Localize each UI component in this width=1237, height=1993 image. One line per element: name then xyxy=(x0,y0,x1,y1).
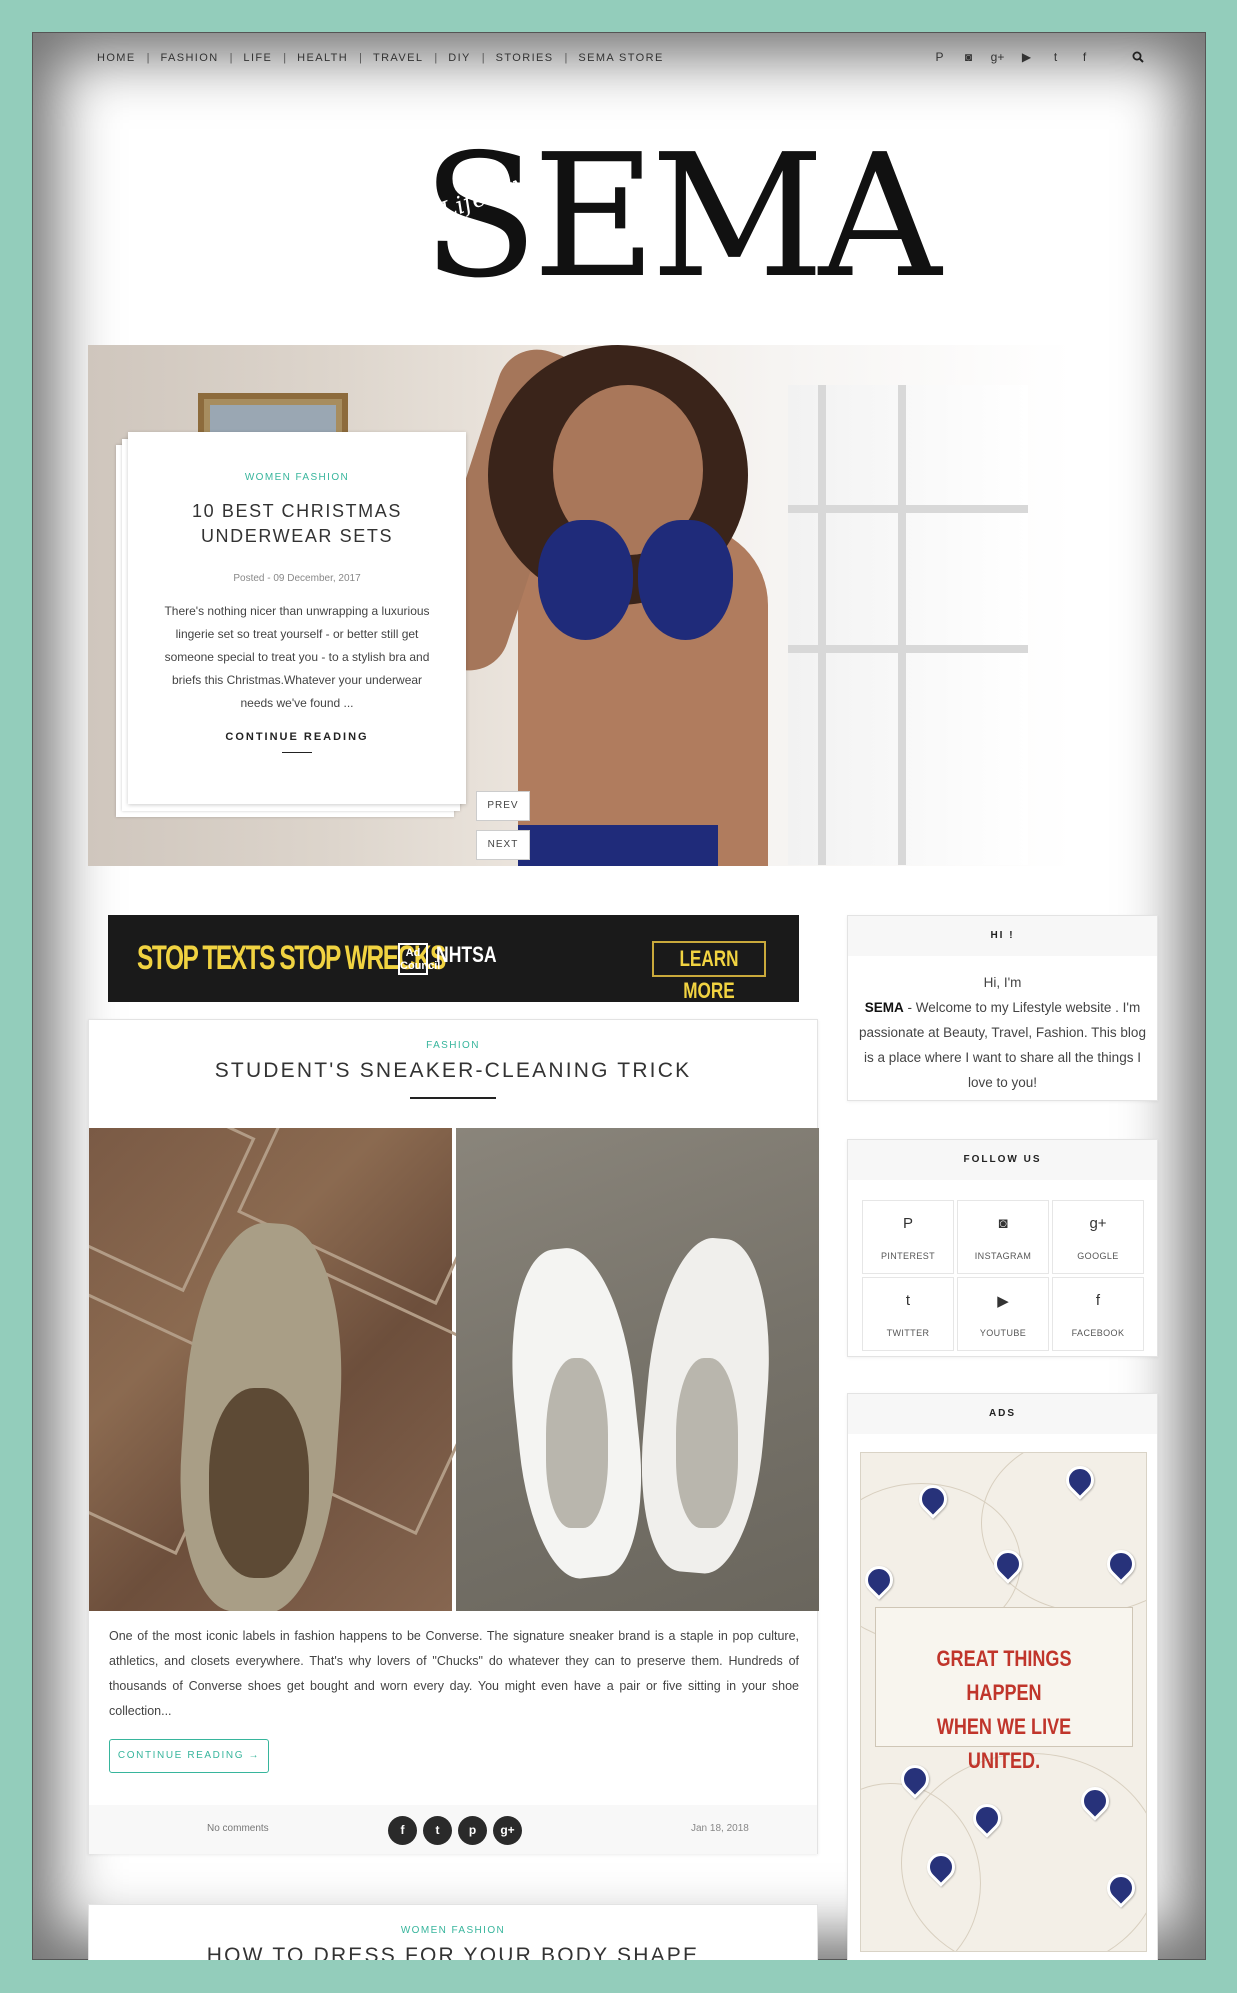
share-twitter-icon[interactable]: t xyxy=(423,1816,452,1845)
clean-sneaker-photo xyxy=(456,1128,819,1611)
twitter-icon[interactable]: t xyxy=(1048,50,1063,64)
learn-more-label: LEARN MORE xyxy=(679,946,739,1002)
ad-message-line2: WHEN WE LIVE UNITED. xyxy=(936,1714,1072,1773)
post-card-2: WOMEN FASHION HOW TO DRESS FOR YOUR BODY… xyxy=(88,1904,818,1960)
ad-message-line1: GREAT THINGS HAPPEN xyxy=(936,1646,1072,1705)
youtube-icon: ▶ xyxy=(997,1293,1009,1310)
follow-grid: P PINTEREST ◙ INSTAGRAM g+ GOOGLE t TWITTER … xyxy=(862,1200,1145,1351)
post-date: Jan 18, 2018 xyxy=(691,1823,749,1834)
top-bar: HOME | FASHION | LIFE | HEALTH | TRAVEL | DIY… xyxy=(32,32,1206,88)
facebook-icon: f xyxy=(1095,1292,1101,1309)
ads-widget: ADS GREAT THINGS HAPPEN WHEN WE LIVE UNI… xyxy=(847,1393,1158,1960)
share-facebook-icon[interactable]: f xyxy=(388,1816,417,1845)
nav-separator: | xyxy=(481,52,485,64)
nav-stories[interactable]: STORIES xyxy=(496,52,554,64)
nav-diy[interactable]: DIY xyxy=(448,52,471,64)
nav-travel[interactable]: TRAVEL xyxy=(373,52,423,64)
post2-title[interactable]: HOW TO DRESS FOR YOUR BODY SHAPE xyxy=(89,1944,817,1960)
pinterest-icon[interactable]: P xyxy=(932,50,947,64)
follow-label: GOOGLE xyxy=(1077,1251,1119,1261)
instagram-icon: ◙ xyxy=(998,1215,1008,1232)
follow-label: PINTEREST xyxy=(880,1251,936,1261)
google-plus-icon: g+ xyxy=(1089,1215,1107,1232)
main-nav: HOME | FASHION | LIFE | HEALTH | TRAVEL | DIY… xyxy=(97,52,664,64)
nav-fashion[interactable]: FASHION xyxy=(160,52,218,64)
pinterest-icon: P xyxy=(902,1215,913,1232)
learn-more-button[interactable]: LEARN MORE xyxy=(652,941,766,1002)
banner-ad[interactable]: STOP TEXTS STOP WRECKS Ad Council NHTSA … xyxy=(108,915,799,1002)
post-card: FASHION STUDENT'S SNEAKER-CLEANING TRICK… xyxy=(88,1019,819,1854)
post-header: FASHION STUDENT'S SNEAKER-CLEANING TRICK xyxy=(89,1020,817,1128)
follow-label: TWITTER xyxy=(886,1328,930,1338)
nav-separator: | xyxy=(283,52,287,64)
nav-separator: | xyxy=(434,52,438,64)
model-photo xyxy=(409,345,838,866)
featured-slider: WOMEN FASHION 10 BEST CHRISTMAS UNDERWEA… xyxy=(88,345,1073,866)
slide-continue-reading[interactable]: CONTINUE READING xyxy=(225,731,368,743)
nav-home[interactable]: HOME xyxy=(97,52,136,64)
follow-label: FACEBOOK xyxy=(1071,1328,1125,1338)
slide-excerpt: There's nothing nicer than unwrapping a … xyxy=(164,604,430,710)
page-frame: HOME | FASHION | LIFE | HEALTH | TRAVEL | DIY… xyxy=(32,32,1206,1960)
facebook-icon[interactable]: f xyxy=(1077,50,1092,64)
ads-widget-title: ADS xyxy=(848,1394,1157,1434)
nav-health[interactable]: HEALTH xyxy=(297,52,348,64)
slide-posted-date: Posted - 09 December, 2017 xyxy=(233,573,361,584)
about-widget-title: HI ! xyxy=(848,916,1157,956)
follow-instagram[interactable]: ◙ INSTAGRAM xyxy=(957,1200,1049,1274)
about-body: SEMA - Welcome to my Lifestyle website .… xyxy=(856,995,1149,1095)
share-pinterest-icon[interactable]: p xyxy=(458,1816,487,1845)
about-widget: HI ! Hi, I'm SEMA - Welcome to my Lifest… xyxy=(847,915,1158,1101)
nav-separator: | xyxy=(359,52,362,64)
next-button[interactable]: NEXT xyxy=(476,830,530,860)
post-category[interactable]: FASHION xyxy=(89,1040,817,1051)
post-excerpt: One of the most iconic labels in fashion… xyxy=(109,1629,799,1718)
nav-sema-store[interactable]: SEMA STORE xyxy=(578,52,663,64)
nav-separator: | xyxy=(146,52,150,64)
twitter-icon: t xyxy=(905,1292,911,1309)
share-google-plus-icon[interactable]: g+ xyxy=(493,1816,522,1845)
follow-facebook[interactable]: f FACEBOOK xyxy=(1052,1277,1144,1351)
follow-pinterest[interactable]: P PINTEREST xyxy=(862,1200,954,1274)
search-icon[interactable] xyxy=(1132,51,1144,63)
slide-category[interactable]: WOMEN FASHION xyxy=(158,472,436,483)
post-image[interactable] xyxy=(89,1128,819,1611)
share-buttons: f t p g+ xyxy=(388,1816,522,1845)
post2-category[interactable]: WOMEN FASHION xyxy=(89,1925,817,1936)
top-social-icons: P ◙ g+ ▶ t f xyxy=(932,50,1092,64)
title-divider xyxy=(410,1097,496,1099)
about-greeting: Hi, I'm xyxy=(983,975,1022,990)
follow-widget-title: FOLLOW US xyxy=(848,1140,1157,1180)
post-footer: No comments f t p g+ Jan 18, 2018 xyxy=(89,1805,817,1854)
continue-underline xyxy=(282,752,312,753)
united-way-ad[interactable]: GREAT THINGS HAPPEN WHEN WE LIVE UNITED. xyxy=(860,1452,1147,1952)
prev-button[interactable]: PREV xyxy=(476,791,530,821)
follow-youtube[interactable]: ▶ YOUTUBE xyxy=(957,1277,1049,1351)
about-name: SEMA xyxy=(864,1000,904,1015)
nav-separator: | xyxy=(564,52,568,64)
follow-google[interactable]: g+ GOOGLE xyxy=(1052,1200,1144,1274)
ad-message: GREAT THINGS HAPPEN WHEN WE LIVE UNITED. xyxy=(875,1607,1133,1773)
nhtsa-logo: NHTSA xyxy=(436,942,497,967)
dirty-sneaker-photo xyxy=(89,1128,521,1611)
follow-label: INSTAGRAM xyxy=(974,1251,1032,1261)
slide-title[interactable]: 10 BEST CHRISTMAS UNDERWEAR SETS xyxy=(158,499,436,549)
comments-link[interactable]: No comments xyxy=(207,1823,269,1834)
post-title[interactable]: STUDENT'S SNEAKER-CLEANING TRICK xyxy=(89,1059,817,1083)
follow-label: YOUTUBE xyxy=(979,1328,1027,1338)
instagram-icon[interactable]: ◙ xyxy=(961,50,976,64)
slide-card: WOMEN FASHION 10 BEST CHRISTMAS UNDERWEA… xyxy=(128,432,466,804)
follow-twitter[interactable]: t TWITTER xyxy=(862,1277,954,1351)
logo-wordmark: SEMA xyxy=(422,118,941,316)
ad-council-logo: Ad Council xyxy=(398,943,440,975)
continue-reading-button[interactable]: CONTINUE READING → xyxy=(109,1739,269,1773)
nav-separator: | xyxy=(229,52,233,64)
youtube-icon[interactable]: ▶ xyxy=(1019,50,1034,64)
about-text: Hi, I'm SEMA - Welcome to my Lifestyle w… xyxy=(848,956,1157,1109)
nav-life[interactable]: LIFE xyxy=(243,52,272,64)
follow-widget: FOLLOW US P PINTEREST ◙ INSTAGRAM g+ GOOGLE… xyxy=(847,1139,1158,1357)
google-plus-icon[interactable]: g+ xyxy=(990,50,1005,64)
site-logo[interactable]: SEMA Life style xyxy=(402,132,941,322)
